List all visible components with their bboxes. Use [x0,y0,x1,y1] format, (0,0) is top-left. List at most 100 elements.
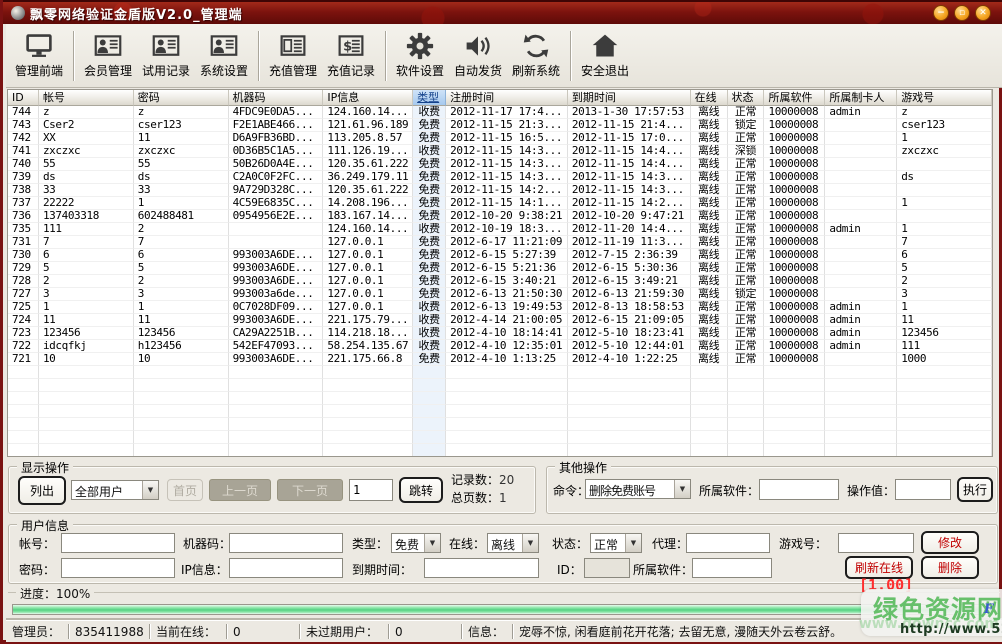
first-page-button[interactable]: 首页 [167,479,203,501]
cell [728,392,765,405]
table-row-727[interactable]: 72733993003a6de...127.0.0.1免费2012-6-13 2… [8,288,992,301]
user-filter-dropdown[interactable]: 全部用户 ▼ [71,480,159,500]
close-button[interactable]: ✕ [975,5,991,21]
owner-software-input[interactable] [692,558,772,578]
chevron-down-icon[interactable]: ▼ [424,534,440,552]
column-header-1[interactable]: 帐号 [39,90,134,106]
online-value: 离线 [488,534,522,552]
empty-row[interactable] [8,431,992,444]
empty-row[interactable] [8,379,992,392]
toolbar-item-refresh-system[interactable]: 刷新系统 [507,28,565,84]
cell: 2012-4-10 1:22:25 [568,353,691,366]
column-header-8[interactable]: 在线 [691,90,728,106]
column-header-6[interactable]: 注册时间 [446,90,568,106]
column-header-7[interactable]: 到期时间 [568,90,691,106]
cell [764,418,825,431]
empty-row[interactable] [8,392,992,405]
table-row-731[interactable]: 73177127.0.0.1免费2012-6-17 11:21:092012-1… [8,236,992,249]
table-row-722[interactable]: 722idcqfkjh123456542EF47093...58.254.135… [8,340,992,353]
cell: 正常 [728,158,765,171]
column-header-0[interactable]: ID [8,90,39,106]
online-dropdown[interactable]: 离线 ▼ [487,533,539,553]
table-row-721[interactable]: 7211010993003A6DE...221.175.66.8免费2012-4… [8,353,992,366]
cell: ds [39,171,134,184]
column-header-4[interactable]: IP信息 [323,90,413,106]
empty-row[interactable] [8,444,992,457]
op-value-input[interactable] [895,479,951,500]
toolbar-item-member-manage[interactable]: 会员管理 [79,28,137,84]
table-row-739[interactable]: 739dsdsC2A0C0F2FC...36.249.179.11免费2012-… [8,171,992,184]
minimize-button[interactable]: − [933,5,949,21]
password-input[interactable] [61,558,175,578]
chevron-down-icon[interactable]: ▼ [142,481,158,499]
toolbar-item-software-settings[interactable]: 软件设置 [391,28,449,84]
toolbar-item-admin-frontend[interactable]: 管理前端 [10,28,68,84]
chevron-down-icon[interactable]: ▼ [625,534,641,552]
agent-input[interactable] [686,533,770,553]
execute-button[interactable]: 执行 [957,477,993,502]
type-dropdown[interactable]: 免费 ▼ [391,533,441,553]
cell [134,405,229,418]
table-row-735[interactable]: 7351112124.160.14...收费2012-10-19 18:3...… [8,223,992,236]
cell [134,379,229,392]
table-row-742[interactable]: 742XX11D6A9FB36BD...113.205.8.57免费2012-1… [8,132,992,145]
table-row-743[interactable]: 743Cser2cser123F2E1ABE466...121.61.96.18… [8,119,992,132]
column-header-12[interactable]: 游戏号 [897,90,992,106]
toolbar-item-safe-exit[interactable]: 安全退出 [576,28,634,84]
maximize-button[interactable]: ▫ [954,5,970,21]
delete-button[interactable]: 删除 [921,556,979,579]
column-header-10[interactable]: 所属软件 [764,90,825,106]
jump-button[interactable]: 跳转 [399,477,443,503]
toolbar-item-auto-delivery[interactable]: 自动发货 [449,28,507,84]
title-bar[interactable]: 飘零网络验证金盾版V2.0_管理端 − ▫ ✕ [3,0,1002,24]
modify-button[interactable]: 修改 [921,531,979,554]
column-header-11[interactable]: 所属制卡人 [825,90,897,106]
cell: admin [825,327,897,340]
column-header-3[interactable]: 机器码 [229,90,324,106]
game-number-input[interactable] [838,533,914,553]
column-header-9[interactable]: 状态 [728,90,765,106]
table-row-729[interactable]: 72955993003A6DE...127.0.0.1免费2012-6-15 5… [8,262,992,275]
software-input[interactable] [759,479,839,500]
status-dropdown[interactable]: 正常 ▼ [590,533,642,553]
empty-row[interactable] [8,366,992,379]
toolbar-item-recharge-record[interactable]: $ 充值记录 [322,28,380,84]
status-url[interactable]: http://www.52pojie.cn [900,622,1002,637]
table-row-725[interactable]: 725110C7028DF09...127.0.0.1收费2012-6-13 1… [8,301,992,314]
column-header-2[interactable]: 密码 [134,90,229,106]
account-input[interactable] [61,533,175,553]
table-row-736[interactable]: 7361374033186024884810954956E2E...183.16… [8,210,992,223]
cell: 免费 [413,197,446,210]
cell [568,379,691,392]
ip-info-input[interactable] [229,558,343,578]
chevron-down-icon[interactable]: ▼ [522,534,538,552]
toolbar-item-recharge-manage[interactable]: 充值管理 [264,28,322,84]
column-header-5[interactable]: 类型 [413,90,446,106]
toolbar-item-trial-record[interactable]: 试用记录 [137,28,195,84]
cell: 3 [39,288,134,301]
table-row-730[interactable]: 73066993003A6DE...127.0.0.1免费2012-6-15 5… [8,249,992,262]
table-row-741[interactable]: 741zxczxczxczxc0D36B5C1A5...111.126.19..… [8,145,992,158]
cell: 免费 [413,184,446,197]
table-row-728[interactable]: 72822993003A6DE...127.0.0.1免费2012-6-15 3… [8,275,992,288]
list-button[interactable]: 列出 [18,476,66,505]
toolbar-separator [258,31,259,81]
page-number-input[interactable]: 1 [349,479,393,501]
cell [897,184,992,197]
expire-time-input[interactable] [424,558,539,578]
table-row-723[interactable]: 723123456123456CA29A2251B...114.218.18..… [8,327,992,340]
prev-page-button[interactable]: 上一页 [209,479,271,501]
cell: 33 [134,184,229,197]
machine-code-input[interactable] [229,533,343,553]
command-dropdown[interactable]: 删除免费账号 ▼ [585,479,691,499]
empty-row[interactable] [8,418,992,431]
chevron-down-icon[interactable]: ▼ [674,480,690,498]
table-row-744[interactable]: 744zz4FDC9E0DA5...124.160.14...收费2012-11… [8,106,992,119]
table-row-738[interactable]: 73833339A729D328C...120.35.61.222免费2012-… [8,184,992,197]
empty-row[interactable] [8,405,992,418]
next-page-button[interactable]: 下一页 [277,479,343,501]
toolbar-item-system-settings[interactable]: 系统设置 [195,28,253,84]
table-row-737[interactable]: 7372222214C59E6835C...14.208.196...免费201… [8,197,992,210]
table-row-740[interactable]: 740555550B26D0A4E...120.35.61.222免费2012-… [8,158,992,171]
table-row-724[interactable]: 7241111993003A6DE...221.175.79...收费2012-… [8,314,992,327]
